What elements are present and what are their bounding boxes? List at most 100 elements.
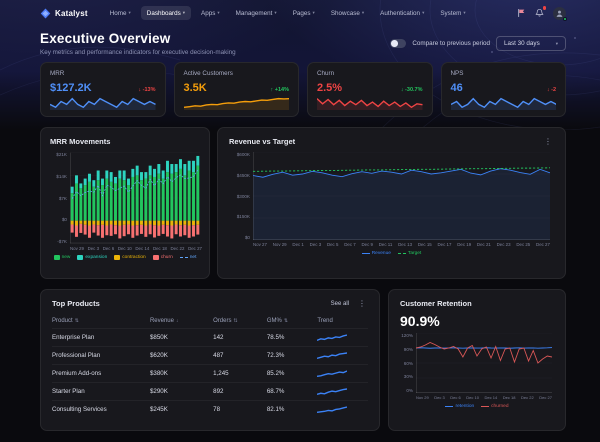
kpi-sparkline [50, 97, 156, 110]
kpi-card-active-customers[interactable]: Active Customers 3.5K ↑ +14% [173, 62, 299, 117]
cell-orders: 487 [213, 346, 267, 365]
table-row[interactable]: Professional Plan $620K 487 72.3% [52, 346, 368, 365]
chevron-down-icon: ▾ [217, 10, 220, 15]
cell-orders: 892 [213, 382, 267, 401]
nav-item-label: Pages [292, 9, 311, 17]
nav-item-dashboards[interactable]: Dashboards ▾ [140, 6, 192, 20]
chart-title: MRR Movements [50, 137, 111, 146]
cell-product: Professional Plan [52, 346, 150, 365]
nav-item-label: System [440, 9, 462, 17]
table-row[interactable]: Enterprise Plan $850K 142 78.5% [52, 328, 368, 347]
user-avatar[interactable] [553, 6, 567, 21]
kpi-card-nps[interactable]: NPS 46 ↓ -2 [440, 62, 566, 117]
top-products-table: Product ⇅ Revenue ↓ Orders ⇅ GM% ⇅ Trend Ent… [52, 315, 368, 418]
nav-item-management[interactable]: Management ▾ [230, 6, 283, 20]
table-row[interactable]: Consulting Services $245K 78 82.1% [52, 400, 368, 418]
kpi-value: 3.5K [183, 82, 207, 94]
see-all-link[interactable]: See all [331, 301, 349, 307]
nav-item-home[interactable]: Home ▾ [104, 6, 137, 20]
cell-revenue: $850K [149, 328, 214, 347]
top-nav: Katalyst Home ▾ Dashboards ▾ Apps ▾ Managem… [0, 0, 600, 26]
customer-retention-chart [416, 333, 552, 393]
chevron-down-icon: ▾ [555, 40, 558, 46]
toggle-knob [391, 40, 398, 47]
sort-icon[interactable]: ⇅ [233, 318, 237, 324]
cell-revenue: $380K [149, 364, 214, 383]
kpi-delta-badge: ↓ -13% [138, 87, 156, 93]
brand-logo-icon [40, 7, 51, 19]
table-row[interactable]: Starter Plan $290K 892 68.7% [52, 382, 368, 401]
kebab-menu-icon[interactable]: ⋮ [542, 137, 554, 146]
revenue-vs-target-card: Revenue vs Target ⋮ $600K $450K $300K $150K… [217, 127, 566, 279]
online-status-dot [563, 16, 567, 21]
cell-gm: 85.2% [266, 364, 318, 383]
executive-overview-page: Katalyst Home ▾ Dashboards ▾ Apps ▾ Managem… [0, 0, 600, 442]
revenue-vs-target-chart [253, 152, 550, 240]
legend-item: contraction [114, 255, 146, 260]
kpi-sparkline [317, 97, 423, 110]
kpi-value: 46 [450, 82, 463, 94]
x-axis-labels: Nov 29 Dec 3 Dec 6 Dec 10 Dec 14 Dec 18 Dec 22… [416, 395, 552, 400]
period-select[interactable]: Last 30 days ▾ [496, 36, 566, 51]
table-row[interactable]: Premium Add-ons $380K 1,245 85.2% [52, 364, 368, 383]
kpi-delta-badge: ↑ +14% [270, 87, 290, 93]
trend-sparkline [317, 388, 347, 396]
charts-row: MRR Movements $21K $14K $7K $0 -$7K Nov 29 De… [0, 117, 600, 279]
cell-orders: 1,245 [213, 364, 267, 383]
column-header-gm[interactable]: GM% ⇅ [267, 315, 318, 329]
nav-item-label: Apps [201, 9, 216, 17]
kebab-menu-icon[interactable]: ⋮ [356, 299, 368, 308]
cell-product: Consulting Services [52, 400, 150, 418]
trend-sparkline [317, 352, 347, 360]
legend-item: expansion [77, 255, 107, 260]
trend-sparkline [317, 334, 347, 342]
chevron-down-icon: ▾ [182, 10, 186, 15]
nav-item-authentication[interactable]: Authentication ▾ [374, 6, 430, 20]
kpi-label: Active Customers [183, 70, 233, 77]
legend-item: churned [481, 404, 509, 409]
x-axis-labels: Nov 27 Nov 29 Dec 1 Dec 3 Dec 5 Dec 7 Dec 9 Dec… [253, 242, 550, 247]
retention-headline-value: 90.9% [400, 313, 440, 329]
legend-item: churn [152, 255, 173, 260]
language-flag-icon[interactable] [517, 8, 526, 18]
sort-icon[interactable]: ⇅ [75, 318, 79, 324]
compare-toggle[interactable] [390, 39, 407, 48]
kpi-value: 2.5% [317, 82, 343, 94]
notifications-bell-icon[interactable] [535, 6, 546, 18]
column-header-product[interactable]: Product ⇅ [52, 315, 150, 329]
cell-orders: 78 [213, 400, 267, 418]
page-title: Executive Overview [40, 31, 171, 46]
kpi-value: $127.2K [50, 82, 92, 94]
x-axis-labels: Nov 29 Dec 3 Dec 6 Dec 10 Dec 14 Dec 18 Dec 22… [70, 246, 202, 251]
kpi-delta-badge: ↓ -2 [546, 87, 556, 93]
chevron-down-icon: ▾ [274, 10, 277, 15]
legend-item: net [179, 255, 196, 260]
nav-item-system[interactable]: System ▾ [434, 6, 471, 20]
chevron-down-icon: ▾ [422, 10, 425, 15]
kpi-card-churn[interactable]: Churn 2.5% ↓ -30.7% [307, 62, 433, 117]
brand[interactable]: Katalyst [40, 7, 88, 19]
compare-toggle-label: Compare to previous period [412, 40, 491, 47]
customer-retention-card: Customer Retention 90.9% 120% 90% 60% 30% 0%… [388, 289, 566, 431]
sort-icon[interactable]: ↓ [176, 318, 179, 324]
cell-gm: 82.1% [266, 400, 318, 418]
chart-legend: new expansion contraction churn net [50, 255, 200, 260]
nav-item-apps[interactable]: Apps ▾ [195, 6, 226, 20]
column-header-orders[interactable]: Orders ⇅ [213, 315, 267, 329]
kpi-card-mrr[interactable]: MRR $127.2K ↓ -13% [40, 62, 166, 117]
y-axis-labels: $600K $450K $300K $150K $0 [236, 152, 250, 240]
nav-item-pages[interactable]: Pages ▾ [287, 6, 321, 20]
trend-sparkline [317, 370, 347, 378]
sort-icon[interactable]: ⇅ [284, 318, 288, 324]
legend-item: new [53, 255, 70, 260]
notification-dot [542, 6, 546, 10]
cell-trend [317, 346, 368, 365]
bottom-row: Top Products See all ⋮ Product ⇅ Revenue ↓… [0, 279, 600, 431]
cell-product: Enterprise Plan [52, 328, 150, 347]
nav-item-showcase[interactable]: Showcase ▾ [325, 6, 370, 20]
column-header-revenue[interactable]: Revenue ↓ [150, 315, 213, 329]
cell-gm: 72.3% [266, 346, 318, 365]
cell-orders: 142 [213, 328, 267, 347]
kpi-label: Churn [317, 70, 335, 77]
cell-trend [317, 328, 368, 347]
